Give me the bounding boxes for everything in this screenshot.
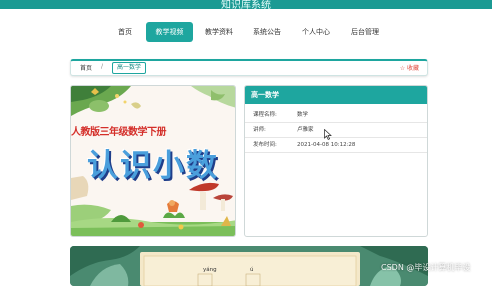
top-header-bar: 知识库系统 [0, 0, 492, 11]
detail-label-teacher: 讲师: [253, 127, 266, 133]
detail-value-course-name: 数学 [297, 112, 309, 118]
mouse-pointer-icon [324, 129, 332, 140]
cover-subtitle: 人教版三年级数学下册 [71, 127, 167, 138]
detail-value-publish-time: 2021-04-08 10:12:28 [297, 142, 356, 148]
breadcrumb-separator: / [101, 63, 104, 70]
detail-value-teacher: 卢雅家 [297, 127, 314, 133]
video-preview-illustration [70, 246, 428, 286]
detail-label-publish-time: 发布时间: [253, 142, 277, 148]
video-cover-image[interactable]: 人教版三年级数学下册 认识小数 [70, 85, 236, 237]
breadcrumb: 首页 / 高一数学 ☆ 收藏 [70, 59, 428, 76]
site-title: 知识库系统 [221, 0, 271, 11]
watermark-text: CSDN @毕设计算机毕设 [381, 263, 471, 272]
cover-title: 认识小数 [87, 148, 219, 184]
pinyin-label: yáng [203, 267, 217, 273]
course-detail-title: 高一数学 [245, 86, 427, 104]
nav-item-announcements[interactable]: 系统公告 [248, 22, 286, 42]
detail-row: 发布时间: 2021-04-08 10:12:28 [245, 138, 427, 153]
nav-item-admin[interactable]: 后台管理 [346, 22, 384, 42]
main-nav: 首页 教学视频 教学资料 系统公告 个人中心 后台管理 [0, 22, 492, 42]
nav-item-teaching-materials[interactable]: 教学资料 [200, 22, 238, 42]
video-player-preview[interactable]: yáng ú [70, 246, 428, 286]
nav-item-personal-center[interactable]: 个人中心 [297, 22, 335, 42]
course-detail-panel: 高一数学 课程名称: 数学 讲师: 卢雅家 发布时间: 2021-04-08 1… [244, 85, 428, 237]
breadcrumb-current: 高一数学 [112, 62, 147, 74]
breadcrumb-home-link[interactable]: 首页 [80, 63, 92, 72]
detail-label-course-name: 课程名称: [253, 112, 277, 118]
detail-row: 讲师: 卢雅家 [245, 123, 427, 138]
favorite-button[interactable]: ☆ 收藏 [400, 63, 419, 72]
pinyin-label: ú [250, 267, 254, 273]
detail-row: 课程名称: 数学 [245, 108, 427, 123]
nav-item-home[interactable]: 首页 [108, 22, 142, 42]
nav-item-teaching-videos[interactable]: 教学视频 [146, 22, 193, 42]
